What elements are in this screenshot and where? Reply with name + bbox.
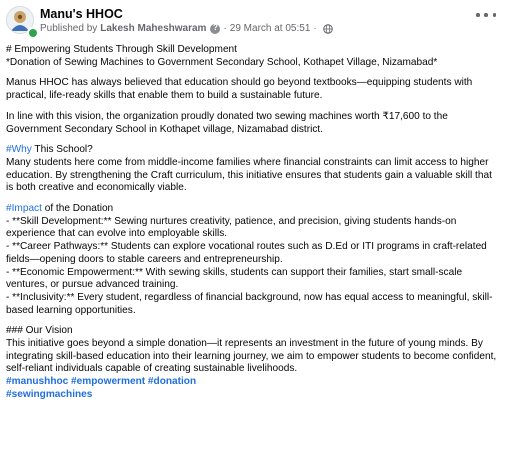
hashtag-why[interactable]: #Why (6, 144, 32, 155)
page-name-link[interactable]: Manu's HHOC (40, 7, 123, 21)
hashtags-line-2[interactable]: #sewingmachines (6, 389, 500, 402)
author-link[interactable]: Lakesh Maheshwaram (100, 23, 206, 34)
hashtags-line[interactable]: #manushhoc #empowerment #donation (6, 376, 500, 389)
vision-line-paragraph: In line with this vision, the organizati… (6, 110, 448, 135)
why-heading: #Why This School? (6, 144, 500, 157)
post-meta: Published by Lakesh Maheshwaram · 29 Mar… (40, 23, 333, 34)
why-heading-text: This School? (31, 144, 93, 156)
impact-bullet: - **Economic Empowerment:** With sewing … (6, 266, 463, 291)
help-icon[interactable] (210, 23, 221, 34)
globe-icon (322, 23, 333, 34)
impact-heading: #Impact of the Donation (6, 203, 500, 216)
impact-heading-text: of the Donation (41, 203, 114, 215)
more-options-icon[interactable] (476, 8, 496, 22)
impact-bullet: - **Career Pathways:** Students can expl… (6, 241, 487, 265)
impact-bullet: - **Skill Development:** Sewing nurtures… (6, 215, 457, 240)
vision-paragraph: This initiative goes beyond a simple don… (6, 338, 497, 375)
vision-heading: ### Our Vision (6, 325, 73, 337)
meta-separator: · (223, 23, 227, 34)
facebook-post: Manu's HHOC Published by Lakesh Maheshwa… (0, 0, 506, 450)
why-paragraph: Many students here come from middle-inco… (6, 156, 492, 194)
meta-separator-2: · (313, 23, 317, 34)
post-heading: # Empowering Students Through Skill Deve… (6, 44, 237, 55)
post-body: # Empowering Students Through Skill Deve… (6, 44, 500, 402)
post-subheading: *Donation of Sewing Machines to Governme… (6, 56, 438, 68)
post-header: Manu's HHOC Published by Lakesh Maheshwa… (6, 6, 506, 40)
hashtag-impact[interactable]: #Impact (6, 203, 42, 214)
intro-paragraph: Manus HHOC has always believed that educ… (6, 77, 473, 102)
online-indicator (27, 27, 39, 39)
impact-bullet: - **Inclusivity:** Every student, regard… (6, 291, 493, 316)
post-timestamp[interactable]: 29 March at 05:51 (230, 23, 311, 34)
published-by-label: Published by (40, 23, 98, 34)
